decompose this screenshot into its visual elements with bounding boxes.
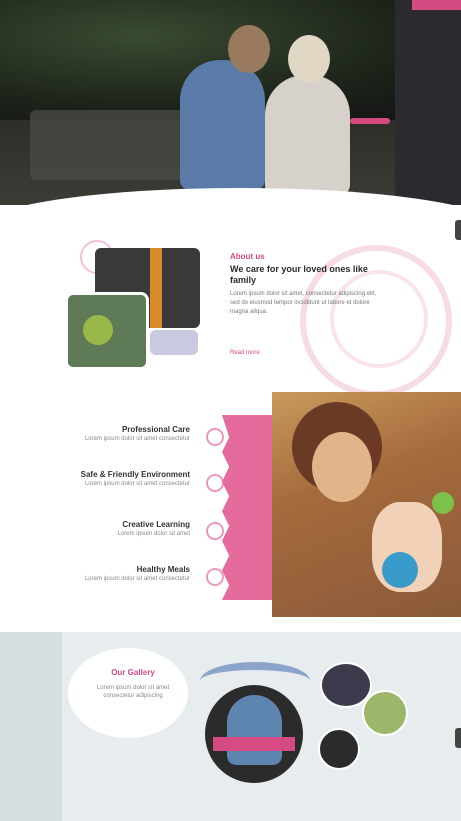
about-photo-small bbox=[150, 330, 198, 355]
hero-pink-tab[interactable] bbox=[412, 0, 461, 10]
about-title: We care for your loved ones like family bbox=[230, 264, 368, 285]
feature-icon bbox=[206, 428, 224, 446]
feature-text: Lorem ipsum dolor sit amet consectetur bbox=[84, 481, 190, 487]
feature-title: Safe & Friendly Environment bbox=[80, 470, 190, 479]
feature-title: Healthy Meals bbox=[136, 565, 190, 574]
gallery-left-panel bbox=[0, 632, 62, 821]
feature-icon bbox=[206, 568, 224, 586]
hero-bottom-curve bbox=[0, 188, 461, 205]
gallery-photo-main[interactable] bbox=[205, 685, 303, 783]
gallery-subtitle: Lorem ipsum dolor sit amet consectetur a… bbox=[96, 685, 170, 699]
feature-icon bbox=[206, 474, 224, 492]
feature-title: Creative Learning bbox=[122, 520, 190, 529]
hero-woman-figure bbox=[265, 75, 350, 195]
feature-icon bbox=[206, 522, 224, 540]
side-scroll-tab[interactable] bbox=[455, 728, 461, 748]
feature-title: Professional Care bbox=[121, 425, 190, 434]
gallery-photo-thumb[interactable] bbox=[318, 728, 360, 770]
feature-item: Safe & Friendly Environment Lorem ipsum … bbox=[60, 470, 190, 488]
feature-item: Healthy Meals Lorem ipsum dolor sit amet… bbox=[60, 565, 190, 583]
feature-text: Lorem ipsum dolor sit amet consectetur bbox=[84, 436, 190, 442]
feature-item: Professional Care Lorem ipsum dolor sit … bbox=[60, 425, 190, 443]
mother-child-photo bbox=[272, 392, 461, 617]
hero-man-figure bbox=[180, 60, 265, 190]
feature-text: Lorem ipsum dolor sit amet bbox=[117, 531, 190, 537]
gallery-photo-thumb[interactable] bbox=[362, 690, 408, 736]
about-text: Lorem ipsum dolor sit amet, consectetur … bbox=[230, 291, 377, 315]
feature-text: Lorem ipsum dolor sit amet consectetur bbox=[84, 576, 190, 582]
about-photo-secondary bbox=[65, 292, 149, 370]
hero-pink-accent bbox=[350, 118, 390, 124]
read-more-link[interactable]: Read more bbox=[230, 350, 260, 360]
hero-woman-head bbox=[288, 35, 330, 83]
hero-banner bbox=[0, 0, 461, 205]
about-tag: About us bbox=[230, 252, 265, 261]
feature-item: Creative Learning Lorem ipsum dolor sit … bbox=[60, 520, 190, 538]
side-scroll-tab[interactable] bbox=[455, 220, 461, 240]
hero-man-head bbox=[228, 25, 270, 73]
gallery-title: Our Gallery bbox=[111, 668, 155, 677]
hero-pillar bbox=[395, 0, 461, 205]
